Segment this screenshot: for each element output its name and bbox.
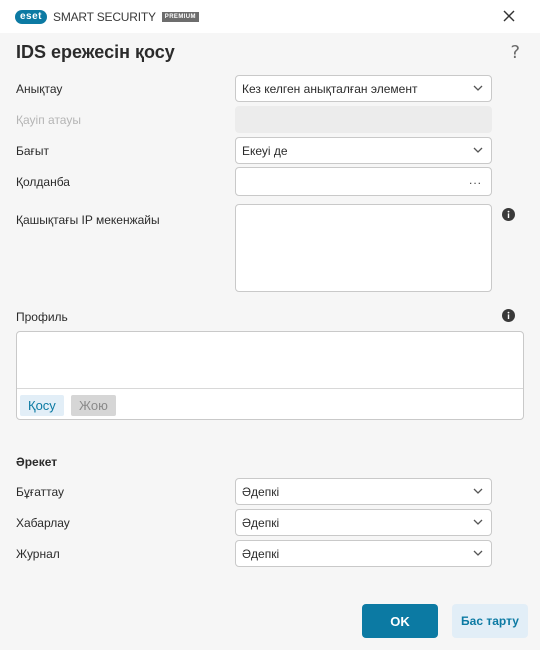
application-field[interactable]: ... (235, 167, 492, 196)
remove-profile-button: Жою (71, 395, 116, 416)
detection-label: Анықтау (16, 82, 63, 96)
direction-dropdown[interactable]: Екеуі де (235, 137, 492, 164)
log-dropdown[interactable]: Әдепкі (235, 540, 492, 567)
close-button[interactable] (500, 7, 518, 25)
brand-name: SMART SECURITY (53, 10, 156, 24)
notify-label: Хабарлау (16, 516, 70, 530)
remote-ip-textarea[interactable] (235, 204, 492, 292)
info-icon[interactable] (502, 309, 515, 322)
application-label: Қолданба (16, 175, 70, 189)
profile-list[interactable] (17, 332, 523, 389)
dialog-title: IDS ережесін қосу (16, 42, 175, 62)
title-bar: eset SMART SECURITY PREMIUM (0, 0, 540, 33)
chevron-down-icon (473, 519, 483, 525)
profile-label: Профиль (16, 310, 68, 324)
chevron-down-icon (473, 488, 483, 494)
brand-badge: eset (15, 10, 48, 24)
cancel-button[interactable]: Бас тарту (452, 604, 528, 638)
profile-list-box: Қосу Жою (16, 331, 524, 420)
brand-edition: PREMIUM (161, 12, 199, 22)
close-icon (503, 10, 515, 22)
chevron-down-icon (473, 147, 483, 153)
threat-name-label: Қауіп атауы (16, 113, 81, 127)
chevron-down-icon (473, 85, 483, 91)
add-profile-button[interactable]: Қосу (20, 395, 64, 416)
app-logo: eset SMART SECURITY PREMIUM (15, 10, 199, 24)
log-value: Әдепкі (242, 546, 280, 561)
detection-value: Кез келген анықталған элемент (242, 81, 418, 96)
detection-dropdown[interactable]: Кез келген анықталған элемент (235, 75, 492, 102)
info-icon[interactable] (502, 208, 515, 221)
notify-dropdown[interactable]: Әдепкі (235, 509, 492, 536)
help-icon[interactable]: ? (510, 42, 520, 63)
action-section-title: Әрекет (16, 455, 58, 469)
block-label: Бұғаттау (16, 485, 65, 499)
direction-value: Екеуі де (242, 143, 288, 158)
ok-button[interactable]: OK (362, 604, 438, 638)
notify-value: Әдепкі (242, 515, 280, 530)
chevron-down-icon (473, 550, 483, 556)
block-dropdown[interactable]: Әдепкі (235, 478, 492, 505)
log-label: Журнал (16, 547, 60, 561)
direction-label: Бағыт (16, 144, 50, 158)
threat-name-field (235, 106, 492, 133)
browse-button[interactable]: ... (469, 173, 482, 187)
remote-ip-label: Қашықтағы IP мекенжайы (16, 213, 160, 227)
block-value: Әдепкі (242, 484, 280, 499)
